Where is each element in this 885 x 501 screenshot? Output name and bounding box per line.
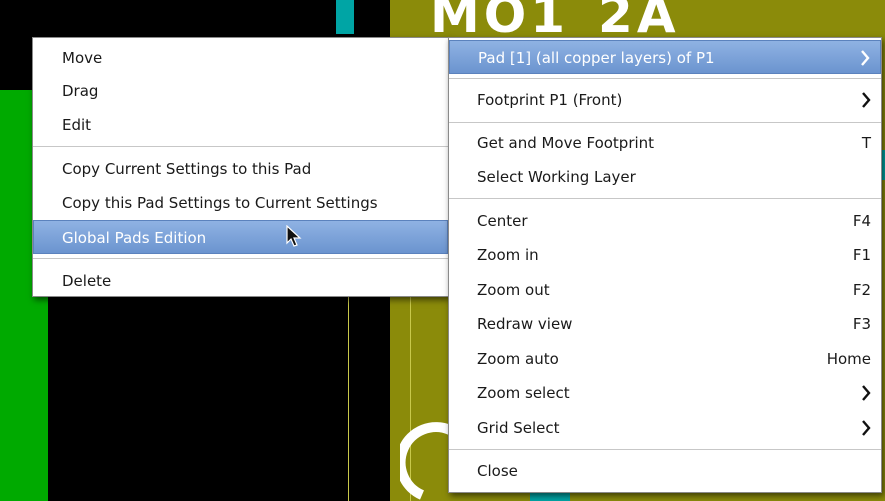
menu-separator — [33, 146, 448, 147]
menu-item-zoom-select[interactable]: Zoom select — [449, 376, 881, 410]
menu-item-select-working-layer[interactable]: Select Working Layer — [449, 160, 881, 194]
menu-item-label: Global Pads Edition — [62, 229, 207, 247]
chevron-right-icon — [862, 385, 871, 401]
menu-item-footprint-submenu[interactable]: Footprint P1 (Front) — [449, 83, 881, 117]
via-teal-top — [336, 0, 354, 34]
menu-item-shortcut: F3 — [852, 315, 871, 333]
menu-item-label: Zoom out — [477, 281, 550, 299]
menu-item-label: Center — [477, 212, 528, 230]
menu-item-label: Copy this Pad Settings to Current Settin… — [62, 194, 378, 212]
menu-item-label: Move — [62, 49, 103, 67]
menu-item-label: Pad [1] (all copper layers) of P1 — [478, 49, 715, 67]
menu-item-global-pads-edition[interactable]: Global Pads Edition — [33, 220, 448, 254]
menu-item-shortcut: F1 — [852, 246, 871, 264]
menu-item-label: Zoom in — [477, 246, 539, 264]
menu-item-label: Delete — [62, 272, 112, 290]
menu-item-pad-submenu[interactable]: Pad [1] (all copper layers) of P1 — [449, 40, 881, 74]
menu-item-label: Zoom auto — [477, 350, 559, 368]
pad-context-menu: Move Drag Edit Copy Current Settings to … — [32, 37, 449, 297]
menu-item-move[interactable]: Move — [33, 41, 448, 75]
menu-separator — [449, 198, 881, 199]
canvas-context-menu: Pad [1] (all copper layers) of P1 Footpr… — [448, 37, 882, 493]
menu-item-copy-current-settings[interactable]: Copy Current Settings to this Pad — [33, 152, 448, 186]
trace-thin-1 — [348, 290, 349, 501]
menu-item-label: Footprint P1 (Front) — [477, 91, 623, 109]
menu-separator — [449, 449, 881, 450]
menu-item-drag[interactable]: Drag — [33, 74, 448, 108]
menu-item-label: Select Working Layer — [477, 168, 636, 186]
menu-item-close[interactable]: Close — [449, 454, 881, 488]
menu-item-copy-pad-settings[interactable]: Copy this Pad Settings to Current Settin… — [33, 186, 448, 220]
menu-item-edit[interactable]: Edit — [33, 108, 448, 142]
menu-item-label: Get and Move Footprint — [477, 134, 655, 152]
menu-separator — [33, 258, 448, 259]
menu-item-delete[interactable]: Delete — [33, 264, 448, 298]
menu-item-redraw-view[interactable]: Redraw view F3 — [449, 307, 881, 341]
chevron-right-icon — [862, 420, 871, 436]
menu-item-label: Close — [477, 462, 518, 480]
menu-item-grid-select[interactable]: Grid Select — [449, 411, 881, 445]
menu-item-shortcut: Home — [826, 350, 871, 368]
menu-item-zoom-auto[interactable]: Zoom auto Home — [449, 342, 881, 376]
menu-separator — [449, 122, 881, 123]
menu-item-label: Grid Select — [477, 419, 560, 437]
menu-item-label: Redraw view — [477, 315, 573, 333]
menu-item-label: Zoom select — [477, 384, 570, 402]
menu-item-center[interactable]: Center F4 — [449, 204, 881, 238]
menu-item-shortcut: F4 — [852, 212, 871, 230]
menu-separator — [449, 78, 881, 79]
mouse-pointer-icon — [286, 225, 302, 247]
menu-item-zoom-in[interactable]: Zoom in F1 — [449, 238, 881, 272]
menu-item-label: Copy Current Settings to this Pad — [62, 160, 312, 178]
menu-item-shortcut: F2 — [852, 281, 871, 299]
menu-item-get-move-footprint[interactable]: Get and Move Footprint T — [449, 126, 881, 160]
menu-item-label: Drag — [62, 82, 99, 100]
chevron-right-icon — [861, 50, 870, 66]
menu-item-label: Edit — [62, 116, 92, 134]
menu-item-shortcut: T — [861, 134, 871, 152]
chevron-right-icon — [862, 92, 871, 108]
menu-item-zoom-out[interactable]: Zoom out F2 — [449, 273, 881, 307]
